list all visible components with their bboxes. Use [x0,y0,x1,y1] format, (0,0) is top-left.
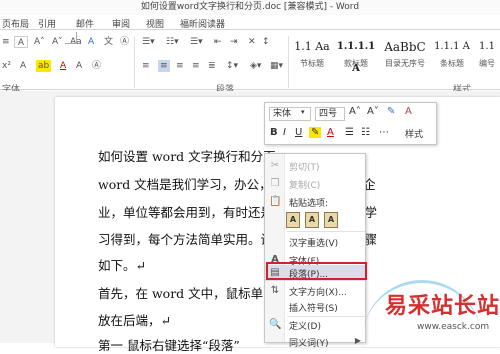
menu-item-copy[interactable]: ❐ 复制(C) [265,176,365,192]
multilevel-list-icon[interactable]: ☰▾ [190,36,203,48]
italic-button[interactable]: I [283,127,286,138]
underline-button[interactable]: U [295,127,302,138]
tab-foxit-reader[interactable]: 福昕阅读器 [180,17,225,30]
grow-font-icon[interactable]: A˄ [349,106,361,117]
more-icon[interactable]: ⋯ [379,127,389,138]
font-color-icon[interactable]: A [327,127,334,138]
watermark-logo: 易采站长站 [385,293,500,319]
shrink-font-icon[interactable]: A˅ [367,106,379,117]
shading-icon[interactable]: ◈▾ [250,60,261,72]
highlight-icon[interactable]: ab [36,60,52,72]
menu-item-paste-options: 📋 粘贴选项: [269,196,329,209]
document-line[interactable]: 首先，在 word 文中，鼠标单击 放 [98,283,292,302]
copy-icon: ❐ [270,178,280,189]
styles-button[interactable]: 样式 [405,127,423,140]
borders-icon[interactable]: ▦▾ [270,60,283,72]
align-center-icon[interactable]: ≡ [158,60,170,72]
numbered-list-icon[interactable]: ☷ [361,127,370,138]
bullet-list-icon[interactable]: ☰▾ [142,36,155,48]
bullet-list-icon[interactable]: ☰ [345,127,354,138]
style-article-title[interactable]: 1.1.1 A 条标题 [432,36,472,76]
menu-item-text-direction[interactable]: ⇅ 文字方向(X)... [265,283,365,299]
style-numbering[interactable]: 1.1 编号 [474,36,500,76]
ribbon-divider [134,36,135,88]
styles-gallery: 1.1 Aa 节标题 1.1.1.1 A 款标题 AaBbC 目录无序号 1.1… [292,36,500,76]
char-shading-icon[interactable]: A [76,60,82,72]
submenu-arrow-icon: ▶ [354,336,361,345]
document-line[interactable]: 如下。↵ [98,255,146,274]
align-left-icon[interactable]: ≡ [142,60,150,72]
text-direction-icon: ⇅ [270,285,280,296]
chevron-down-icon[interactable]: ▾ [301,108,305,116]
style-toc-unnumbered[interactable]: AaBbC 目录无序号 [380,36,430,76]
document-line[interactable]: 放在后端，↵ [98,310,171,329]
decrease-indent-icon[interactable]: ⇤ [214,36,222,48]
context-menu: ✂ 剪切(T) ❐ 复制(C) 📋 粘贴选项: 汉字重选(V) A 字体(F).… [264,153,366,349]
bold-button[interactable]: B [270,127,278,138]
menu-item-cut[interactable]: ✂ 剪切(T) [265,158,365,174]
font-color-icon[interactable]: A [60,60,66,72]
paste-keep-source-button[interactable]: A [286,212,300,228]
document-heading[interactable]: 如何设置 word 文字换行和分页 [98,146,276,165]
align-right-icon[interactable]: ≡ [176,60,184,72]
paste-text-only-button[interactable]: A [324,212,338,228]
distributed-icon[interactable]: ≣ [208,60,216,72]
document-line[interactable]: 第一 鼠标右键选择“段落” [98,335,240,354]
tab-mailings[interactable]: 邮件 [76,17,94,30]
enclose-char-icon[interactable]: Ⓐ [120,36,129,48]
clear-format-icon[interactable]: A [88,36,94,48]
format-painter-icon[interactable]: ✎ [387,106,395,117]
menu-item-reconvert[interactable]: 汉字重选(V) [265,234,365,250]
ribbon-tabs: 页布局 引用 邮件 审阅 视图 福昕阅读器 [0,15,500,30]
highlight-annotation-box [266,262,367,280]
tab-page-layout[interactable]: 页布局 [2,17,29,30]
font-size-box[interactable]: 四号 [315,107,345,121]
tab-references[interactable]: 引用 [38,17,56,30]
tab-review[interactable]: 审阅 [112,17,130,30]
scissors-icon: ✂ [270,160,280,171]
style-clause-title[interactable]: 1.1.1.1 A 款标题 [334,36,378,76]
paste-icon: 📋 [269,196,282,207]
style-section-title[interactable]: 1.1 Aa 节标题 [292,36,332,76]
increase-indent-icon[interactable]: ⇥ [230,36,238,48]
window-title: 如何设置word文字换行和分页.doc [兼容模式] - Word [0,0,500,15]
font-size-box[interactable]: A [14,36,28,48]
line-spacing-icon[interactable]: ↕▾ [226,60,238,72]
numbered-list-icon[interactable]: ☷▾ [166,36,179,48]
char-border-icon[interactable]: Ⓐ [92,60,101,72]
bullets-icon[interactable]: ≡ [2,36,10,48]
sort-icon[interactable]: ↕ [262,36,270,48]
watermark-url: www.easck.com [417,322,490,332]
asian-layout-icon[interactable]: ✕ [248,36,256,48]
highlight-icon[interactable]: ✎ [309,127,322,138]
justify-icon[interactable]: ≡ [192,60,200,72]
menu-item-insert-symbol[interactable]: 插入符号(S) [265,299,365,315]
define-icon: 🔍 [269,319,282,330]
paste-merge-format-button[interactable]: A [305,212,319,228]
mini-toolbar: 宋体 ▾ 四号 A˄ A˅ ✎ A B I U ✎ A ☰ ☷ ⋯ 样式 [264,102,437,145]
shrink-font-icon[interactable]: A˅ [52,36,63,48]
phonetic-icon[interactable]: 文 [104,36,113,48]
menu-item-define[interactable]: 🔍 定义(D) [265,317,365,333]
superscript-icon[interactable]: x² [2,60,11,72]
text-effect-icon[interactable]: A [20,60,26,72]
styles-icon[interactable]: A [405,106,412,117]
menu-item-synonyms[interactable]: 同义词(Y) ▶ [265,334,365,350]
tab-view[interactable]: 视图 [146,17,164,30]
ribbon-divider [288,36,289,88]
grow-font-icon[interactable]: A˄ [34,36,45,48]
page-margin-marker [65,32,77,44]
menu-separator [287,231,365,232]
